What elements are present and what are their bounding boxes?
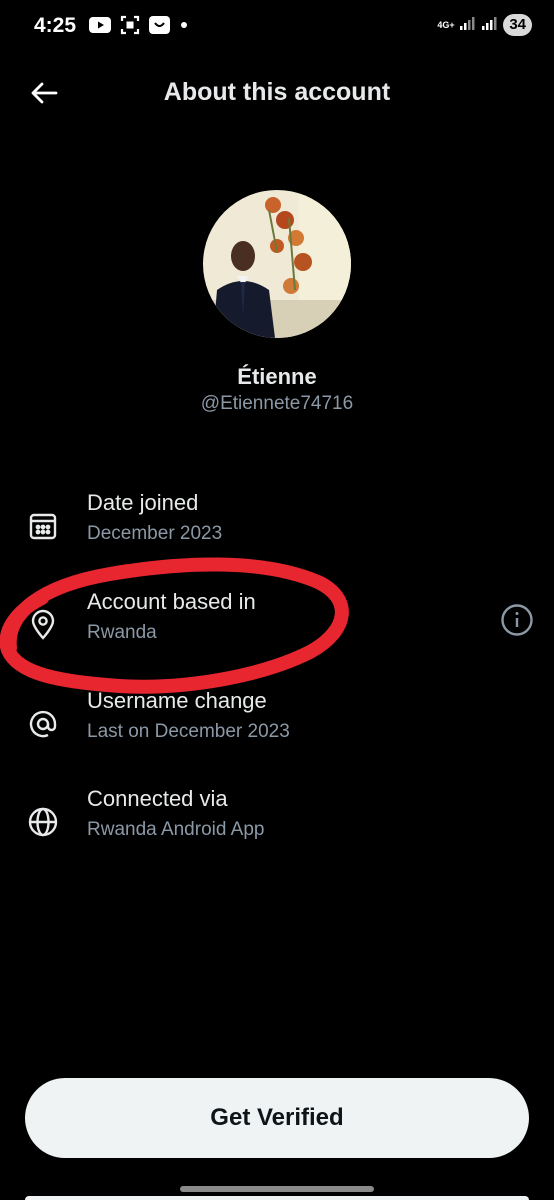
account-based-in-value: Rwanda [87,622,157,643]
bottom-edge-sheet [25,1196,529,1200]
dot-icon [179,20,189,30]
cell-signal-icon [481,15,497,36]
get-verified-button[interactable]: Get Verified [25,1078,529,1158]
username-change-label: Username change [87,688,267,713]
account-based-in-row: Account based in Rwanda [0,589,554,669]
youtube-icon [89,17,111,33]
scan-icon [120,15,140,35]
connected-via-value: Rwanda Android App [87,819,265,840]
date-joined-value: December 2023 [87,523,223,544]
username-handle: @Etiennete74716 [200,393,354,414]
header: About this account [0,60,554,124]
notification-icons [89,15,189,35]
display-name: Étienne [237,364,317,389]
at-sign-icon [24,705,62,743]
status-time: 4:25 [34,14,77,37]
date-joined-label: Date joined [87,490,199,515]
shop-icon [149,15,170,35]
home-indicator [180,1186,374,1192]
avatar-photo [203,190,351,338]
wifi-signal-icon [459,15,475,36]
connected-via-label: Connected via [87,786,228,811]
calendar-icon [24,507,62,545]
status-bar: 4:25 4G+ 34 [0,0,554,54]
system-status-icons: 4G+ 34 [437,14,532,36]
globe-icon [24,803,62,841]
location-pin-icon [24,606,62,644]
battery-indicator: 34 [503,14,532,36]
network-type: 4G+ [437,19,455,30]
username-change-row: Username change Last on December 2023 [0,688,554,768]
connected-via-row: Connected via Rwanda Android App [0,786,554,866]
account-based-in-label: Account based in [87,589,256,614]
username-change-value: Last on December 2023 [87,721,290,742]
date-joined-row: Date joined December 2023 [0,490,554,570]
avatar[interactable] [203,190,351,338]
info-button[interactable] [498,601,536,639]
page-title: About this account [163,78,391,106]
info-icon [501,604,533,636]
